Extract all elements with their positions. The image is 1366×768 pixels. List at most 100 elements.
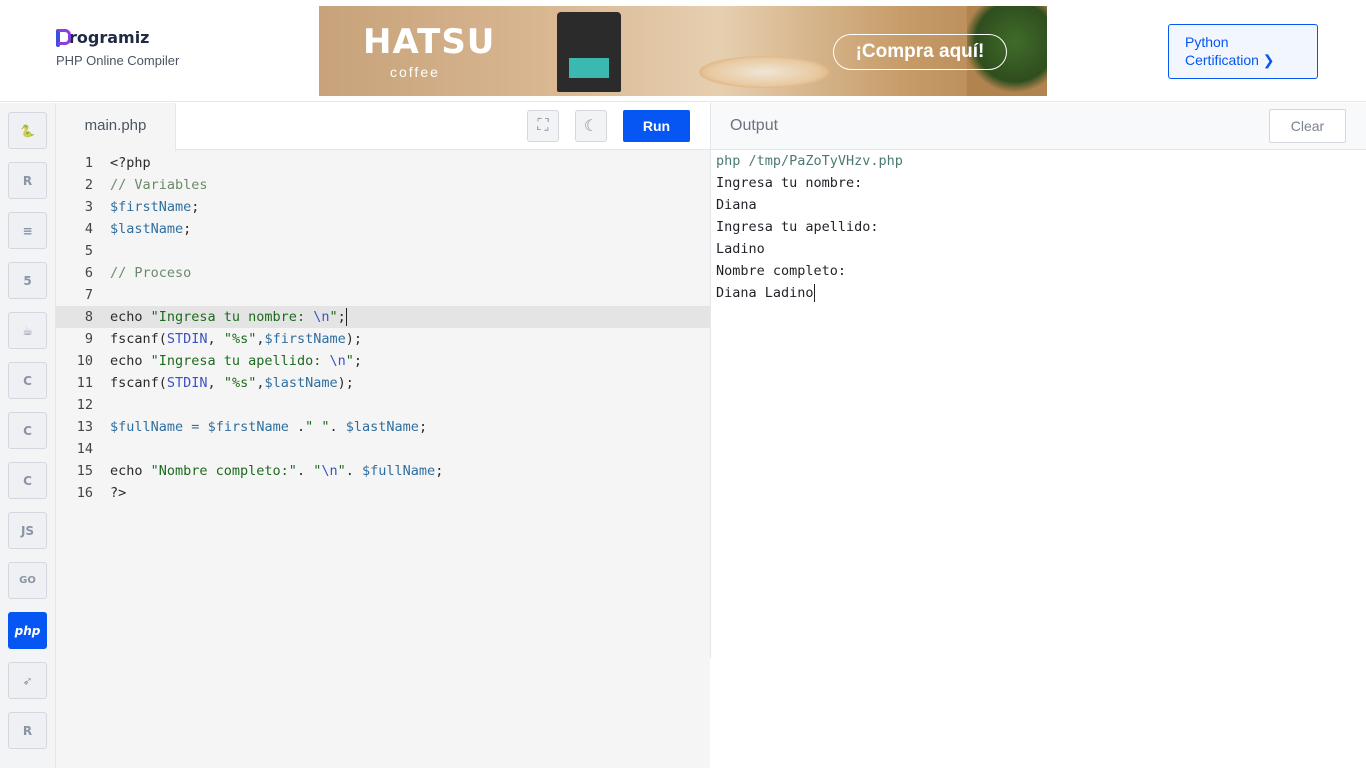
lang-rust-button[interactable]: R xyxy=(8,712,47,749)
line-number: 16 xyxy=(76,485,93,501)
code-line[interactable]: 10 echo "Ingresa tu apellido: \n"; xyxy=(56,350,710,372)
output-footer-space xyxy=(710,658,1366,768)
code-line[interactable]: 3 $firstName; xyxy=(56,196,710,218)
line-number: 11 xyxy=(76,375,93,391)
code-line-active[interactable]: 8 echo "Ingresa tu nombre: \n"; xyxy=(56,306,710,328)
code-text: $firstName; xyxy=(110,199,200,215)
header: rogramiz PHP Online Compiler HATSU coffe… xyxy=(0,0,1366,102)
code-line[interactable]: 1 <?php xyxy=(56,152,710,174)
output-toolbar: Output Clear xyxy=(711,103,1366,150)
ad-cta-button[interactable]: ¡Compra aquí! xyxy=(833,34,1007,70)
code-line[interactable]: 9 fscanf(STDIN, "%s",$firstName); xyxy=(56,328,710,350)
run-button[interactable]: Run xyxy=(623,110,690,142)
ad-banner[interactable]: HATSU coffee ¡Compra aquí! xyxy=(319,6,1047,96)
swift-icon: ➶ xyxy=(22,673,33,688)
cpp-icon: C xyxy=(23,423,32,438)
code-line[interactable]: 5 xyxy=(56,240,710,262)
code-line[interactable]: 4 $lastName; xyxy=(56,218,710,240)
code-editor-panel: main.php ⛶ ☾ Run 1 <?php 2 // Variables 3 $… xyxy=(56,103,710,768)
output-line-text: Diana Ladino xyxy=(716,285,814,301)
code-text: echo "Ingresa tu nombre: \n"; xyxy=(110,308,347,326)
cert-line-1: Python xyxy=(1185,34,1229,50)
output-title: Output xyxy=(730,117,779,134)
code-line[interactable]: 13 $fullName = $firstName ." ". $lastName… xyxy=(56,416,710,438)
language-sidebar: 🐍 R ≡ 5 ☕ C C C JS GO php ➶ R xyxy=(0,103,56,768)
line-number: 9 xyxy=(84,331,93,347)
programiz-logo[interactable]: rogramiz xyxy=(56,28,179,47)
java-icon: ☕ xyxy=(22,323,33,338)
code-text: echo "Nombre completo:". "\n". $fullName… xyxy=(110,463,444,479)
line-number: 3 xyxy=(84,199,93,215)
clear-button[interactable]: Clear xyxy=(1269,109,1346,143)
brand[interactable]: rogramiz PHP Online Compiler xyxy=(56,28,179,68)
lang-sql-button[interactable]: ≡ xyxy=(8,212,47,249)
line-number: 4 xyxy=(84,221,93,237)
code-line[interactable]: 11 fscanf(STDIN, "%s",$lastName); xyxy=(56,372,710,394)
output-line: Ladino xyxy=(716,241,765,257)
output-line: Ingresa tu nombre: xyxy=(716,175,863,191)
code-line[interactable]: 14 xyxy=(56,438,710,460)
line-number: 10 xyxy=(76,353,93,369)
code-text: echo "Ingresa tu apellido: \n"; xyxy=(110,353,362,369)
line-number: 15 xyxy=(76,463,93,479)
output-console[interactable]: php /tmp/PaZoTyVHzv.php Ingresa tu nombr… xyxy=(716,150,903,304)
code-comment: // Proceso xyxy=(110,265,192,281)
text-cursor xyxy=(345,308,347,326)
python-certification-button[interactable]: Python Certification ❯ xyxy=(1168,24,1318,79)
programiz-logo-icon xyxy=(56,28,71,47)
lang-php-button[interactable]: php xyxy=(8,612,47,649)
csharp-icon: C xyxy=(23,473,32,488)
code-line[interactable]: 7 xyxy=(56,284,710,306)
code-text: $lastName; xyxy=(110,221,192,237)
lang-java-button[interactable]: ☕ xyxy=(8,312,47,349)
code-line[interactable]: 12 xyxy=(56,394,710,416)
lang-c-button[interactable]: C xyxy=(8,362,47,399)
lang-csharp-button[interactable]: C xyxy=(8,462,47,499)
lang-r-button[interactable]: R xyxy=(8,162,47,199)
lang-html-button[interactable]: 5 xyxy=(8,262,47,299)
code-line[interactable]: 16 ?> xyxy=(56,482,710,504)
output-line-last: Diana Ladino xyxy=(716,282,903,304)
javascript-icon: JS xyxy=(20,523,35,538)
lang-go-button[interactable]: GO xyxy=(8,562,47,599)
lang-swift-button[interactable]: ➶ xyxy=(8,662,47,699)
moon-icon: ☾ xyxy=(583,118,599,135)
line-number: 5 xyxy=(84,243,93,259)
food-plate-image xyxy=(699,56,829,88)
python-icon: 🐍 xyxy=(20,123,35,138)
coffee-bag-image xyxy=(557,12,621,92)
line-number: 6 xyxy=(84,265,93,281)
output-line: Ingresa tu apellido: xyxy=(716,219,879,235)
theme-toggle-button[interactable]: ☾ xyxy=(575,110,607,142)
database-icon: ≡ xyxy=(22,223,33,238)
line-number: 1 xyxy=(84,155,93,171)
ad-subtext: coffee xyxy=(390,64,440,80)
line-number: 2 xyxy=(84,177,93,193)
php-icon: php xyxy=(14,623,41,638)
fullscreen-button[interactable]: ⛶ xyxy=(527,110,559,142)
rust-icon: R xyxy=(22,723,33,738)
code-text: $fullName = $firstName ." ". $lastName; xyxy=(110,419,428,435)
ad-brand: HATSU xyxy=(363,22,496,62)
code-line[interactable]: 6 // Proceso xyxy=(56,262,710,284)
code-text: <?php xyxy=(110,155,151,171)
editor-toolbar: main.php ⛶ ☾ Run xyxy=(56,103,710,151)
lang-javascript-button[interactable]: JS xyxy=(8,512,47,549)
html5-icon: 5 xyxy=(23,273,32,288)
line-number: 13 xyxy=(76,419,93,435)
go-icon: GO xyxy=(19,575,36,586)
page-subtitle: PHP Online Compiler xyxy=(56,53,180,68)
code-line[interactable]: 2 // Variables xyxy=(56,174,710,196)
code-line[interactable]: 15 echo "Nombre completo:". "\n". $fullNa… xyxy=(56,460,710,482)
lang-python-button[interactable]: 🐍 xyxy=(8,112,47,149)
output-line: php /tmp/PaZoTyVHzv.php xyxy=(716,153,903,169)
r-icon: R xyxy=(22,173,33,188)
line-number: 7 xyxy=(84,287,93,303)
line-number: 8 xyxy=(84,309,93,325)
line-number: 12 xyxy=(76,397,93,413)
console-cursor xyxy=(813,284,815,302)
logo-text: rogramiz xyxy=(69,28,150,47)
file-tab-main-php[interactable]: main.php xyxy=(56,103,176,151)
code-area[interactable]: 1 <?php 2 // Variables 3 $firstName; 4 $last… xyxy=(56,150,710,768)
lang-cpp-button[interactable]: C xyxy=(8,412,47,449)
